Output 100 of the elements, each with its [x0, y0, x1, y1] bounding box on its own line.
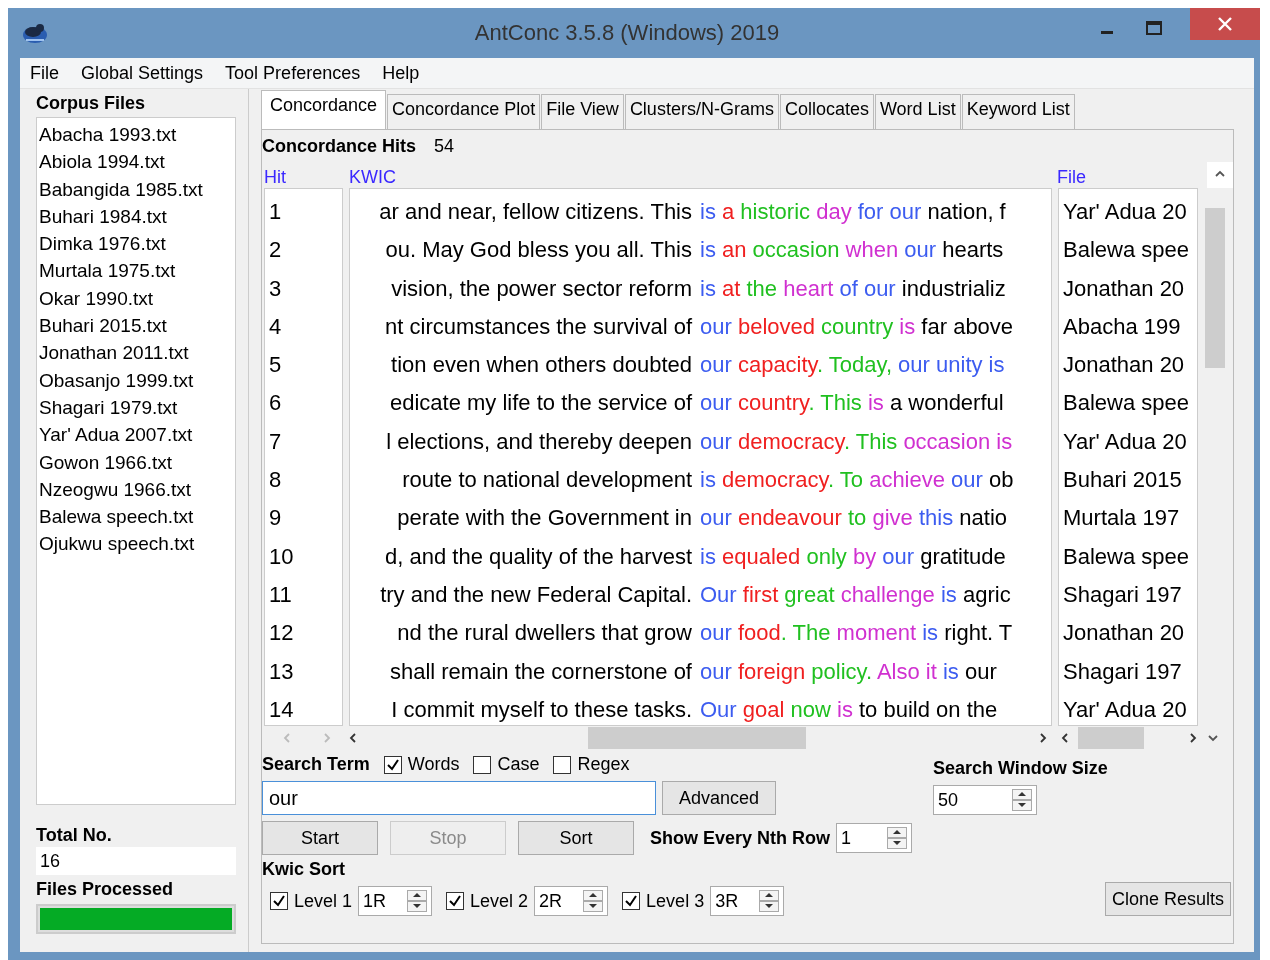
- table-cell-text: 4: [268, 312, 283, 341]
- file-list-item[interactable]: Okar 1990.txt: [39, 284, 233, 313]
- file-list-item[interactable]: Babangida 1985.txt: [39, 175, 233, 203]
- table-cell-text: 13: [268, 657, 295, 686]
- context-text: tion even when others doubted: [390, 351, 693, 380]
- tab[interactable]: Clusters/N-Grams: [624, 94, 779, 129]
- file-list-item[interactable]: Murtala 1975.txt: [39, 257, 233, 285]
- context-text: ou. May God bless you all. This: [384, 236, 693, 265]
- context-text: try and the new Federal Capital.: [379, 580, 693, 609]
- checkbox[interactable]: [446, 892, 465, 910]
- tab[interactable]: Concordance: [261, 90, 387, 129]
- menu-item[interactable]: Global Settings: [81, 62, 204, 84]
- table-cell-text: 1: [268, 198, 283, 226]
- vertical-scrollbar[interactable]: [1207, 162, 1233, 188]
- spin-up-icon[interactable]: [583, 890, 604, 901]
- table-cell-text: 6: [268, 389, 283, 418]
- tab[interactable]: Collocates: [779, 94, 874, 129]
- table-cell-text: Shagari 197: [1062, 657, 1183, 686]
- clone-results-button[interactable]: Clone Results: [1104, 882, 1231, 916]
- column-header[interactable]: KWIC: [349, 167, 1057, 188]
- file-list-item[interactable]: Dimka 1976.txt: [39, 230, 233, 258]
- file-list-item[interactable]: Balewa speech.txt: [39, 503, 233, 531]
- table-cell-text: Jonathan 20: [1062, 619, 1186, 648]
- spinner-field[interactable]: 1: [836, 823, 913, 853]
- spin-down-icon[interactable]: [407, 901, 428, 912]
- table-cell-text: Yar' Adua 20: [1062, 427, 1188, 456]
- table-cell-text: 9: [268, 504, 283, 533]
- context-text: edicate my life to the service of: [388, 389, 693, 418]
- checkbox[interactable]: [270, 892, 288, 910]
- file-list-item[interactable]: Buhari 1984.txt: [39, 202, 233, 231]
- table-cell-text: Balewa spee: [1062, 389, 1190, 418]
- keyword-text: is a historic day for our nation, f: [700, 198, 1006, 226]
- action-button[interactable]: Sort: [518, 821, 634, 855]
- file-list-item[interactable]: Buhari 2015.txt: [39, 312, 233, 340]
- menu-item[interactable]: Help: [382, 62, 420, 84]
- keyword-text: is an occasion when our hearts: [700, 236, 1004, 265]
- spinner-field[interactable]: 1R: [358, 886, 433, 916]
- column-header[interactable]: Hit: [262, 167, 349, 188]
- column-header[interactable]: File: [1057, 167, 1207, 188]
- file-list-item[interactable]: Nzeogwu 1966.txt: [39, 475, 233, 504]
- scroll-thumb[interactable]: [588, 727, 806, 749]
- checkbox-label: Words: [407, 754, 460, 775]
- checkbox[interactable]: [473, 755, 492, 774]
- spinner-field[interactable]: 50: [933, 785, 1037, 815]
- context-text: vision, the power sector reform: [390, 274, 693, 303]
- context-text: ar and near, fellow citizens. This: [378, 198, 693, 226]
- spin-down-icon[interactable]: [759, 901, 780, 912]
- file-list-item[interactable]: Jonathan 2011.txt: [39, 339, 233, 367]
- tab[interactable]: File View: [541, 94, 624, 129]
- spin-up-icon[interactable]: [887, 827, 908, 838]
- spinner-field[interactable]: 3R: [710, 886, 785, 916]
- file-list-item[interactable]: Abiola 1994.txt: [39, 148, 233, 176]
- tab[interactable]: Keyword List: [961, 94, 1075, 129]
- spin-up-icon[interactable]: [759, 890, 780, 901]
- checkbox[interactable]: [383, 755, 402, 774]
- spin-down-icon[interactable]: [887, 838, 908, 849]
- window-title: AntConc 3.5.8 (Windows) 2019: [473, 20, 781, 46]
- file-list-item[interactable]: Abacha 1993.txt: [39, 121, 233, 149]
- spin-down-icon[interactable]: [583, 901, 604, 912]
- keyword-text: Our first great challenge is agric: [700, 580, 1011, 609]
- total-field: 16: [36, 847, 236, 875]
- file-list-item[interactable]: Yar' Adua 2007.txt: [39, 421, 233, 449]
- checkmark-icon: [448, 894, 463, 908]
- tab[interactable]: Word List: [874, 94, 961, 129]
- table-cell-text: 2: [268, 236, 283, 265]
- table-cell-text: 7: [268, 427, 283, 456]
- hits-label: Concordance Hits: [262, 135, 417, 157]
- menu-item[interactable]: File: [30, 62, 59, 84]
- file-list-item[interactable]: Shagari 1979.txt: [39, 393, 233, 422]
- scroll-thumb[interactable]: [1078, 727, 1144, 749]
- keyword-text: is democracy. To achieve our ob: [700, 466, 1014, 495]
- file-list-item[interactable]: Gowon 1966.txt: [39, 448, 233, 476]
- advanced-button[interactable]: Advanced: [662, 781, 776, 815]
- table-cell-text: Abacha 199: [1062, 312, 1182, 341]
- keyword-text: our foreign policy. Also it is our: [700, 657, 997, 686]
- keyword-text: our beloved country is far above: [700, 312, 1014, 341]
- spin-down-icon[interactable]: [1012, 800, 1032, 811]
- window-size-label: Search Window Size: [933, 758, 1108, 779]
- checkbox[interactable]: [622, 892, 641, 910]
- spinner-field[interactable]: 2R: [534, 886, 609, 916]
- checkbox[interactable]: [553, 755, 572, 774]
- checkmark-icon: [385, 757, 400, 772]
- file-list-item[interactable]: Ojukwu speech.txt: [39, 530, 233, 558]
- spin-up-icon[interactable]: [1012, 789, 1032, 800]
- menu-item[interactable]: Tool Preferences: [225, 62, 361, 84]
- table-cell-text: 12: [268, 619, 295, 648]
- chevron-down-icon[interactable]: [1207, 732, 1219, 744]
- context-text: l elections, and thereby deepen: [385, 427, 693, 456]
- scroll-thumb[interactable]: [1205, 208, 1225, 368]
- checkmark-icon: [624, 894, 639, 908]
- tab[interactable]: Concordance Plot: [387, 94, 541, 129]
- keyword-text: our food. The moment is right. T: [700, 619, 1013, 648]
- spin-up-icon[interactable]: [407, 890, 428, 901]
- action-button[interactable]: Start: [262, 821, 378, 855]
- close-icon[interactable]: [1190, 8, 1260, 40]
- table-cell-text: Balewa spee: [1062, 236, 1190, 265]
- search-field[interactable]: our: [262, 781, 656, 815]
- table-cell-text: Buhari 2015: [1062, 466, 1183, 495]
- keyword-text: is equaled only by our gratitude: [700, 542, 1006, 571]
- file-list-item[interactable]: Obasanjo 1999.txt: [39, 366, 233, 394]
